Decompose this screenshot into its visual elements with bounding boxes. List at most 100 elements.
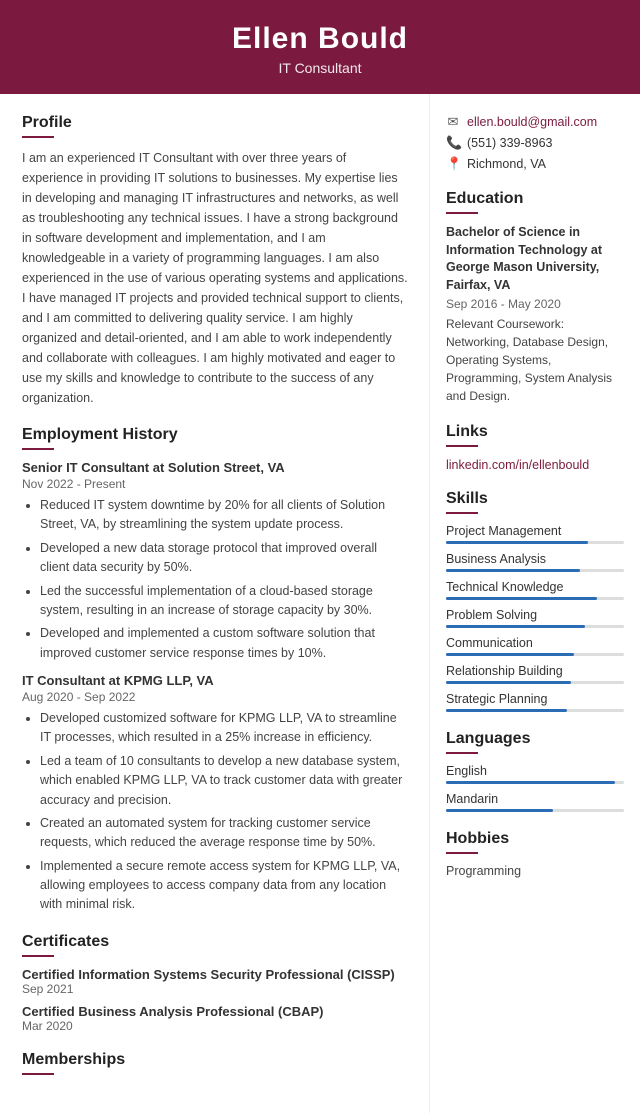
skill-name: Communication	[446, 636, 624, 650]
language-item: English	[446, 764, 624, 784]
phone-icon: 📞	[446, 135, 460, 151]
skill-name: Business Analysis	[446, 552, 624, 566]
cert-title: Certified Business Analysis Professional…	[22, 1004, 409, 1019]
skill-name: Project Management	[446, 524, 624, 538]
cert-title: Certified Information Systems Security P…	[22, 967, 409, 982]
language-item: Mandarin	[446, 792, 624, 812]
hobbies-container: Programming	[446, 864, 624, 878]
edu-degree: Bachelor of Science in Information Techn…	[446, 224, 624, 294]
skill-bar-fill	[446, 625, 585, 628]
employment-section: Employment History Senior IT Consultant …	[22, 426, 409, 915]
memberships-title: Memberships	[22, 1051, 409, 1069]
job-dates: Aug 2020 - Sep 2022	[22, 690, 409, 704]
languages-container: English Mandarin	[446, 764, 624, 812]
edu-dates: Sep 2016 - May 2020	[446, 297, 624, 311]
skills-container: Project Management Business Analysis Techn…	[446, 524, 624, 712]
skill-name: Technical Knowledge	[446, 580, 624, 594]
language-bar-fill	[446, 809, 553, 812]
links-title: Links	[446, 423, 624, 441]
languages-section: Languages English Mandarin	[446, 730, 624, 812]
profile-text: I am an experienced IT Consultant with o…	[22, 148, 409, 408]
profile-divider	[22, 136, 54, 138]
email-link[interactable]: ellen.bould@gmail.com	[467, 115, 597, 129]
skill-item: Relationship Building	[446, 664, 624, 684]
jobs-container: Senior IT Consultant at Solution Street,…	[22, 460, 409, 915]
skill-name: Strategic Planning	[446, 692, 624, 706]
skill-bar-fill	[446, 681, 571, 684]
job-item: Senior IT Consultant at Solution Street,…	[22, 460, 409, 663]
location-icon: 📍	[446, 156, 460, 172]
skill-name: Problem Solving	[446, 608, 624, 622]
links-divider	[446, 445, 478, 447]
job-bullet: Implemented a secure remote access syste…	[40, 857, 409, 915]
skill-bar-fill	[446, 569, 580, 572]
left-column: Profile I am an experienced IT Consultan…	[0, 94, 430, 1113]
language-bar-bg	[446, 781, 624, 784]
certificates-title: Certificates	[22, 933, 409, 951]
skill-bar-fill	[446, 597, 597, 600]
cert-date: Sep 2021	[22, 982, 409, 996]
job-dates: Nov 2022 - Present	[22, 477, 409, 491]
skill-bar-bg	[446, 569, 624, 572]
job-bullet: Led the successful implementation of a c…	[40, 582, 409, 621]
skill-bar-bg	[446, 597, 624, 600]
skill-name: Relationship Building	[446, 664, 624, 678]
job-bullet: Developed customized software for KPMG L…	[40, 709, 409, 748]
candidate-name: Ellen Bould	[20, 22, 620, 56]
language-bar-bg	[446, 809, 624, 812]
education-section: Education Bachelor of Science in Informa…	[446, 190, 624, 405]
skill-bar-bg	[446, 653, 624, 656]
language-name: Mandarin	[446, 792, 624, 806]
email-icon: ✉	[446, 114, 460, 130]
profile-title: Profile	[22, 114, 409, 132]
cert-date: Mar 2020	[22, 1019, 409, 1033]
education-divider	[446, 212, 478, 214]
body-wrap: Profile I am an experienced IT Consultan…	[0, 94, 640, 1113]
job-bullets: Developed customized software for KPMG L…	[22, 709, 409, 915]
skill-item: Business Analysis	[446, 552, 624, 572]
skill-bar-fill	[446, 653, 574, 656]
contact-location: Richmond, VA	[467, 157, 546, 171]
job-title: Senior IT Consultant at Solution Street,…	[22, 460, 409, 475]
right-column: ✉ ellen.bould@gmail.com 📞 (551) 339-8963…	[430, 94, 640, 1113]
job-item: IT Consultant at KPMG LLP, VAAug 2020 - …	[22, 673, 409, 915]
job-bullet: Led a team of 10 consultants to develop …	[40, 752, 409, 810]
memberships-divider	[22, 1073, 54, 1075]
memberships-section: Memberships	[22, 1051, 409, 1075]
job-bullet: Developed and implemented a custom softw…	[40, 624, 409, 663]
certificates-divider	[22, 955, 54, 957]
employment-divider	[22, 448, 54, 450]
certs-container: Certified Information Systems Security P…	[22, 967, 409, 1033]
contact-email-item: ✉ ellen.bould@gmail.com	[446, 114, 624, 130]
hobby-item: Programming	[446, 864, 624, 878]
job-bullet: Reduced IT system downtime by 20% for al…	[40, 496, 409, 535]
skill-item: Strategic Planning	[446, 692, 624, 712]
skill-bar-fill	[446, 541, 588, 544]
skill-item: Project Management	[446, 524, 624, 544]
links-container: linkedin.com/in/ellenbould	[446, 457, 624, 472]
languages-divider	[446, 752, 478, 754]
resume-header: Ellen Bould IT Consultant	[0, 0, 640, 94]
skill-item: Communication	[446, 636, 624, 656]
links-section: Links linkedin.com/in/ellenbould	[446, 423, 624, 472]
language-name: English	[446, 764, 624, 778]
contact-phone: (551) 339-8963	[467, 136, 552, 150]
skill-bar-bg	[446, 625, 624, 628]
job-bullet: Developed a new data storage protocol th…	[40, 539, 409, 578]
hobbies-section: Hobbies Programming	[446, 830, 624, 878]
skill-item: Technical Knowledge	[446, 580, 624, 600]
skill-bar-bg	[446, 709, 624, 712]
contact-section: ✉ ellen.bould@gmail.com 📞 (551) 339-8963…	[446, 114, 624, 172]
skill-bar-bg	[446, 681, 624, 684]
language-bar-fill	[446, 781, 615, 784]
skills-divider	[446, 512, 478, 514]
skill-bar-fill	[446, 709, 567, 712]
languages-title: Languages	[446, 730, 624, 748]
skills-title: Skills	[446, 490, 624, 508]
hobbies-title: Hobbies	[446, 830, 624, 848]
profile-link[interactable]: linkedin.com/in/ellenbould	[446, 458, 589, 472]
profile-section: Profile I am an experienced IT Consultan…	[22, 114, 409, 408]
candidate-title: IT Consultant	[20, 60, 620, 76]
certificates-section: Certificates Certified Information Syste…	[22, 933, 409, 1033]
hobbies-divider	[446, 852, 478, 854]
